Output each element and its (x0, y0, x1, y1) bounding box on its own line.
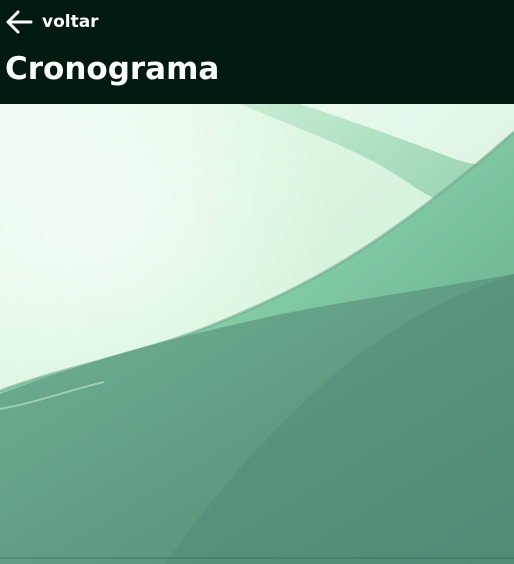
abstract-green-wave-image (0, 104, 514, 564)
page-title: Cronograma (5, 51, 220, 87)
arrow-left-icon (6, 10, 33, 34)
header-bar: voltar Cronograma (0, 0, 514, 104)
hero-image (0, 104, 514, 564)
back-label: voltar (42, 12, 99, 32)
app-window: voltar Cronograma (0, 0, 514, 564)
back-link[interactable]: voltar (4, 9, 99, 35)
